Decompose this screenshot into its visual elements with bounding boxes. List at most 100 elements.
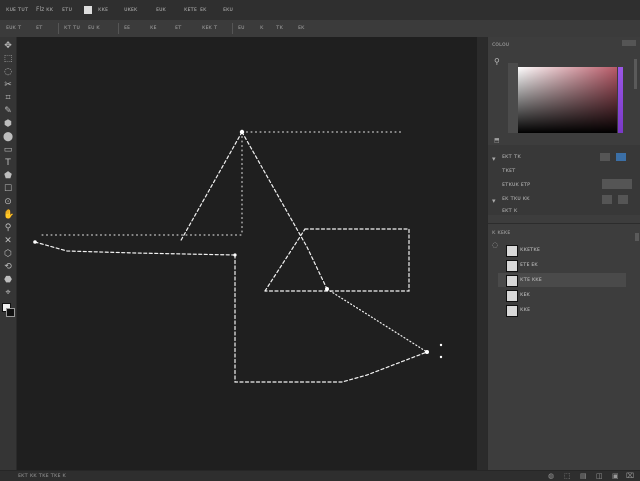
anchor-point	[233, 253, 237, 257]
layer-name: ᴋᴋᴇ	[520, 306, 530, 313]
status-icon[interactable]: ▣	[612, 472, 619, 480]
properties-panel-icon: ⬒	[494, 137, 500, 144]
path-segment	[264, 228, 306, 292]
option-1[interactable]: ᴇᴜᴋ ᴛ	[6, 24, 21, 33]
option-5[interactable]: ᴇᴇ	[124, 24, 130, 33]
canvas-scroll-gutter[interactable]	[477, 37, 487, 470]
eyedropper-tool-icon[interactable]: ⌖	[3, 288, 13, 298]
status-icon[interactable]: ▤	[580, 472, 587, 480]
option-4[interactable]: ᴇᴜ ᴋ	[88, 24, 100, 33]
layer-row-selected[interactable]: ᴋᴛᴇ ᴋᴋᴇ	[498, 273, 626, 287]
properties-row-label: ᴇᴋᴛ ᴋ	[502, 207, 518, 214]
option-12[interactable]: ᴇᴋ	[298, 24, 304, 33]
properties-row[interactable]: ᴇᴋᴛ ᴋ	[502, 205, 628, 217]
layers-scrollbar[interactable]	[635, 233, 639, 241]
layers-panel-tab[interactable]: ᴋ ᴋᴇᴋᴇ	[492, 229, 510, 236]
right-panels: ᴄᴏʟᴏᴜ ⚲ ⬒ ᴇᴋᴛ ᴛᴋ ᴛᴋᴇᴛ ᴇᴛᴋᴜᴋ ᴇᴛᴘ ᴇᴋ ᴛᴋᴜ ᴋ…	[487, 37, 640, 470]
marquee-tool-icon[interactable]: ⬚	[3, 54, 13, 64]
history-brush-icon[interactable]: ⬤	[3, 132, 13, 142]
path-segment	[179, 131, 243, 243]
option-6[interactable]: ᴋᴇ	[150, 24, 156, 33]
hand-tool-icon[interactable]: ✋	[3, 210, 14, 220]
chevron-down-icon[interactable]: ▾	[492, 197, 496, 205]
anchor-point	[439, 343, 443, 347]
pen-tool-icon[interactable]: ⬟	[3, 171, 13, 181]
menu-item-1[interactable]: ᴋᴜᴇ ᴛᴜᴛ	[6, 6, 28, 15]
properties-button[interactable]	[618, 195, 628, 204]
tools-panel: ✥ ⬚ ◌ ✂ ⌗ ✎ ⬢ ⬤ ▭ T ⬟ ☐ ⊙ ✋ ⚲ ✕ ⬡ ⟲ ⬣ ⌖	[0, 37, 17, 470]
menu-item-5[interactable]: ᴜᴋᴇᴋ	[124, 6, 137, 15]
brush-tool-icon[interactable]: ✎	[3, 106, 13, 116]
properties-row-label: ᴇᴛᴋᴜᴋ ᴇᴛᴘ	[502, 181, 531, 188]
canvas-area[interactable]	[17, 37, 477, 470]
menu-item-9[interactable]: ᴇᴋᴜ	[223, 6, 233, 15]
type-tool-icon[interactable]: T	[3, 158, 13, 168]
lasso-tool-icon[interactable]: ◌	[3, 67, 13, 77]
panel-menu-icon[interactable]	[622, 40, 636, 46]
option-2[interactable]: ᴇᴛ	[36, 24, 42, 33]
eyedropper-icon[interactable]: ⚲	[494, 57, 500, 66]
gradient-tool-icon[interactable]: ⬡	[3, 249, 13, 259]
status-icon[interactable]: ⌧	[626, 472, 634, 480]
shape-tool-icon[interactable]: ☐	[3, 184, 13, 194]
menu-item-6[interactable]: ᴇᴜᴋ	[156, 6, 166, 15]
stamp-tool-icon[interactable]: ⬢	[3, 119, 13, 129]
layer-row[interactable]: ᴋᴋᴇᴛᴋᴇ	[498, 243, 626, 257]
swap-colors-icon[interactable]: ✕	[3, 236, 13, 246]
slice-tool-icon[interactable]: ⌗	[3, 93, 13, 103]
option-8[interactable]: ᴋᴇᴋ ᴛ	[202, 24, 217, 33]
properties-button[interactable]	[602, 195, 612, 204]
menu-item-2[interactable]: Flᴢ ᴋᴋ	[36, 6, 53, 15]
status-icon[interactable]: ⬚	[564, 472, 571, 480]
dodge-tool-icon[interactable]: ⊙	[3, 197, 13, 207]
properties-row-label: ᴇᴋ ᴛᴋᴜ ᴋᴋ	[502, 195, 530, 202]
option-11[interactable]: ᴛᴋ	[276, 24, 283, 33]
status-icon[interactable]: ◍	[548, 472, 554, 480]
option-9[interactable]: ᴇᴜ	[238, 24, 244, 33]
layer-row[interactable]: ᴋᴋᴇ	[498, 303, 626, 317]
color-field[interactable]	[518, 67, 617, 133]
layer-thumbnail	[506, 245, 518, 257]
properties-row[interactable]: ᴛᴋᴇᴛ	[502, 165, 628, 177]
rectangle-path	[264, 228, 410, 292]
hue-slider[interactable]	[618, 67, 623, 133]
option-3[interactable]: ᴋᴛ ᴛᴜ	[64, 24, 80, 33]
menu-item-4[interactable]: ᴋᴋᴇ	[98, 6, 108, 15]
layer-row[interactable]: ᴇᴛᴇ ᴇᴋ	[498, 258, 626, 272]
layer-thumbnail	[506, 305, 518, 317]
menu-item-3[interactable]: ᴇᴛᴜ	[62, 6, 72, 15]
blur-tool-icon[interactable]: ⬣	[3, 275, 13, 285]
properties-row-label: ᴛᴋᴇᴛ	[502, 167, 516, 174]
option-7[interactable]: ᴇᴛ	[175, 24, 181, 33]
zoom-tool-icon[interactable]: ⚲	[3, 223, 13, 233]
status-bar: ᴇᴋᴛ ᴋᴋ ᴛᴋᴇ ᴛᴋᴇ ᴋ ◍ ⬚ ▤ ◫ ▣ ⌧	[0, 470, 640, 481]
option-10[interactable]: ᴋ	[260, 24, 263, 33]
options-divider	[118, 23, 119, 34]
chevron-down-icon[interactable]: ▾	[492, 155, 496, 163]
status-icon[interactable]: ◫	[596, 472, 603, 480]
options-bar: ᴇᴜᴋ ᴛ ᴇᴛ ᴋᴛ ᴛᴜ ᴇᴜ ᴋ ᴇᴇ ᴋᴇ ᴇᴛ ᴋᴇᴋ ᴛ ᴇᴜ ᴋ …	[0, 20, 640, 38]
path-segment	[326, 288, 428, 353]
menu-item-8[interactable]: ᴇᴋ	[200, 6, 206, 15]
status-text: ᴇᴋᴛ ᴋᴋ ᴛᴋᴇ ᴛᴋᴇ ᴋ	[18, 472, 66, 479]
crop-tool-icon[interactable]: ✂	[3, 80, 13, 90]
layer-name: ᴋᴛᴇ ᴋᴋᴇ	[520, 276, 542, 283]
canvas-artwork[interactable]	[17, 37, 477, 470]
anchor-point	[239, 129, 245, 135]
properties-toggle[interactable]	[600, 153, 610, 161]
panel-scrollbar[interactable]	[634, 59, 637, 89]
anchor-point	[325, 287, 329, 291]
layer-row[interactable]: ᴋᴇᴋ	[498, 288, 626, 302]
anchor-point	[33, 240, 37, 244]
menu-item-7[interactable]: ᴋᴇᴛᴇ	[184, 6, 197, 15]
move-tool-icon[interactable]: ✥	[3, 41, 13, 51]
properties-value-field[interactable]	[602, 179, 632, 189]
properties-toggle-active[interactable]	[616, 153, 626, 161]
swatch-strip[interactable]	[508, 63, 518, 133]
background-color-swatch[interactable]	[6, 308, 15, 317]
color-panel-tab[interactable]: ᴄᴏʟᴏᴜ	[492, 41, 509, 48]
options-divider	[232, 23, 233, 34]
panel-divider	[488, 223, 640, 224]
eraser-tool-icon[interactable]: ▭	[3, 145, 13, 155]
rotate-view-icon[interactable]: ⟲	[3, 262, 13, 272]
